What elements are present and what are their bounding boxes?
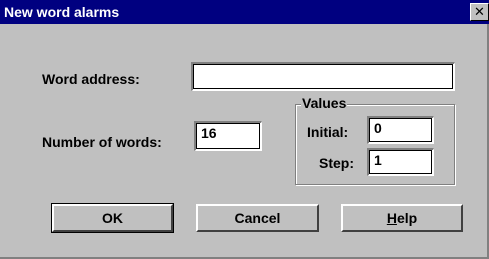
help-button[interactable]: Help	[341, 204, 463, 232]
new-word-alarms-dialog: New word alarms ✕ Word address: Number o…	[0, 0, 489, 259]
word-address-label: Word address:	[42, 71, 140, 87]
step-value-field[interactable]: 1	[367, 148, 434, 176]
help-mnemonic: H	[386, 210, 397, 226]
title-bar: New word alarms ✕	[0, 0, 489, 24]
help-label-rest: elp	[396, 210, 418, 226]
cancel-button[interactable]: Cancel	[196, 204, 319, 232]
values-group-label: Values	[301, 95, 348, 111]
number-of-words-field[interactable]: 16	[194, 121, 262, 151]
number-of-words-label: Number of words:	[42, 134, 162, 150]
initial-value-field[interactable]: 0	[367, 116, 434, 144]
step-label: Step:	[319, 155, 354, 171]
window-title: New word alarms	[4, 4, 120, 20]
close-button[interactable]: ✕	[470, 3, 489, 21]
word-address-field[interactable]	[191, 62, 455, 91]
close-icon: ✕	[474, 4, 485, 19]
initial-label: Initial:	[307, 124, 349, 140]
ok-button[interactable]: OK	[51, 203, 174, 233]
